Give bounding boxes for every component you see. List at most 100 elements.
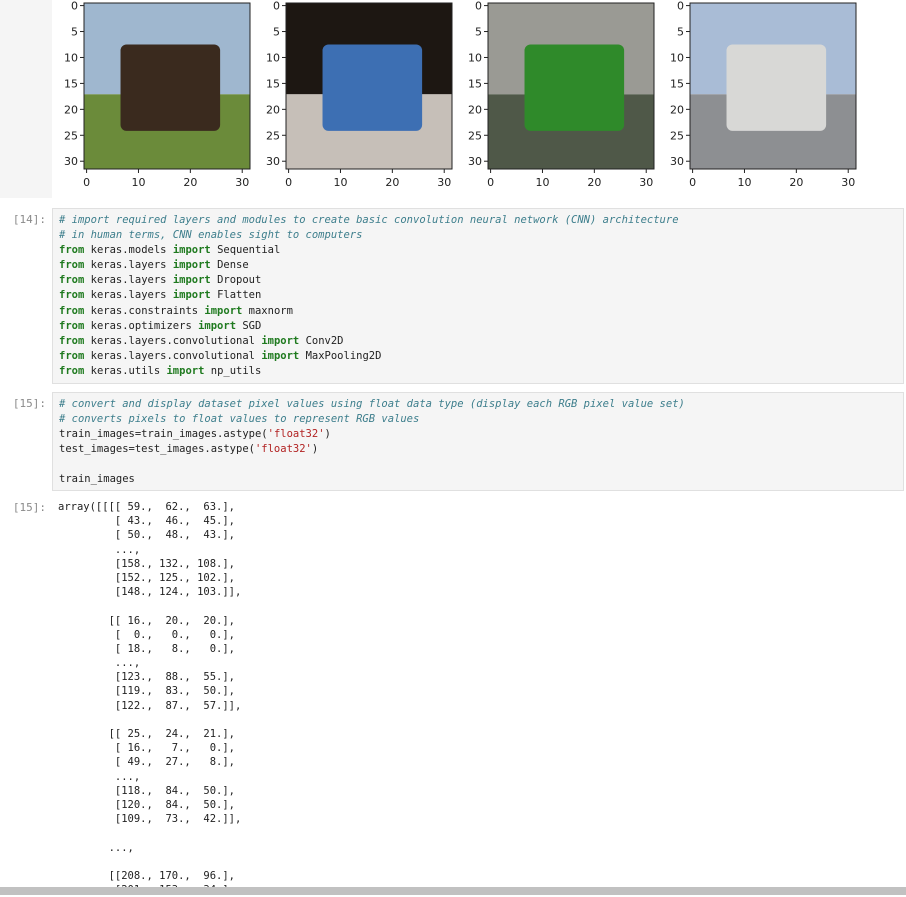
code-token: 'float32' [254, 443, 312, 456]
output-line: [158., 132., 108.], [58, 557, 236, 570]
x-tick-label: 0 [689, 176, 696, 189]
code-token: keras.utils [84, 364, 167, 377]
code-token: Dense [210, 259, 249, 272]
output-array-text: array([[[[ 59., 62., 63.], [ 43., 46., 4… [58, 500, 241, 897]
code-token: import [261, 334, 300, 347]
code-line: from keras.layers import Flatten [59, 288, 679, 303]
cell-prompt-15: [15]: [12, 397, 46, 410]
output-line: [ 0., 0., 0.], [58, 628, 236, 641]
code-token: import [172, 244, 211, 257]
code-token: # in human terms, CNN enables sight to c… [59, 229, 363, 242]
code-token: train_images [59, 473, 135, 486]
code-token: # import required layers and modules to … [59, 214, 679, 226]
image-panel-2: 0 5 10 15 20 25 30 0 10 20 30 [468, 0, 655, 189]
code-token: Dropout [210, 274, 262, 287]
y-tick-label: 0 [677, 0, 684, 13]
code-line: # import required layers and modules to … [59, 213, 679, 228]
code-cell-imports[interactable]: # import required layers and modules to … [52, 208, 904, 384]
y-tick-label: 5 [273, 26, 280, 39]
x-tick-label: 20 [385, 176, 399, 189]
code-line: from keras.utils import np_utils [59, 364, 679, 379]
output-line: [109., 73., 42.]], [58, 813, 242, 826]
x-tick-label: 20 [183, 176, 197, 189]
code-line: from keras.layers.convolutional import C… [59, 334, 679, 349]
output-line: array([[[[ 59., 62., 63.], [58, 501, 236, 513]
code-token: Sequential [210, 244, 281, 257]
output-line: ..., [58, 841, 134, 854]
y-tick-label: 15 [670, 77, 684, 90]
code-token: ) [311, 443, 319, 456]
output-line: [123., 88., 55.], [58, 671, 236, 684]
y-tick-label: 10 [64, 51, 78, 64]
image-panel-0: 0 5 10 15 20 25 30 0 10 20 30 [64, 0, 251, 189]
y-tick-label: 5 [677, 26, 684, 39]
code-line: from keras.optimizers import SGD [59, 319, 679, 334]
output-line: [[ 16., 20., 20.], [58, 614, 236, 627]
code-cell-astype[interactable]: # convert and display dataset pixel valu… [52, 392, 904, 491]
code-token: keras.models [84, 244, 173, 257]
code-line: from keras.layers import Dropout [59, 273, 679, 288]
image-grid-output: 0 5 10 15 20 25 30 0 10 20 30 0 5 10 15 20 25 30 0 10 20 30 0 5… [52, 0, 906, 198]
code-token: ) [324, 428, 331, 441]
code-token: keras.layers [84, 259, 173, 272]
code-token: from [59, 259, 85, 272]
code-line: from keras.layers import Dense [59, 258, 679, 273]
y-tick-label: 15 [64, 77, 78, 90]
y-tick-label: 30 [468, 155, 482, 168]
output-line: ..., [58, 657, 141, 670]
x-tick-label: 0 [83, 176, 90, 189]
output-line: [ 43., 46., 45.], [58, 515, 236, 528]
output-line: [148., 124., 103.]], [58, 586, 242, 599]
thumbnail-object [726, 44, 827, 131]
output-line: [152., 125., 102.], [58, 571, 236, 584]
y-tick-label: 5 [475, 26, 482, 39]
output-line: [118., 84., 50.], [58, 784, 236, 797]
code-token: SGD [236, 319, 262, 332]
code-token: Conv2D [299, 334, 344, 347]
code-line: # converts pixels to float values to rep… [59, 412, 685, 427]
code-line: train_images=train_images.astype('float3… [59, 427, 685, 442]
y-tick-label: 20 [64, 103, 78, 116]
y-tick-label: 25 [670, 129, 684, 142]
code-editor[interactable]: # convert and display dataset pixel valu… [59, 397, 685, 488]
output-line: [ 49., 27., 8.], [58, 756, 236, 769]
code-token: keras.layers [84, 274, 173, 287]
code-token: keras.layers.convolutional [84, 349, 262, 362]
code-token: import [172, 274, 211, 287]
code-token: train_images=train_images.astype( [59, 428, 268, 441]
y-tick-label: 5 [71, 26, 78, 39]
code-line: # in human terms, CNN enables sight to c… [59, 228, 679, 243]
code-token: # convert and display dataset pixel valu… [59, 398, 685, 410]
code-token: import [204, 304, 243, 317]
output-line: [122., 87., 57.]], [58, 699, 242, 712]
x-tick-label: 10 [737, 176, 751, 189]
x-tick-label: 30 [841, 176, 855, 189]
code-editor[interactable]: # import required layers and modules to … [59, 213, 679, 379]
code-line: from keras.constraints import maxnorm [59, 304, 679, 319]
output-line: [ 18., 8., 0.], [58, 642, 236, 655]
code-token: from [59, 319, 85, 332]
x-tick-label: 20 [587, 176, 601, 189]
thumbnail-object [120, 44, 221, 131]
output-prompt-15: [15]: [12, 501, 46, 514]
y-tick-label: 20 [670, 103, 684, 116]
cell-prompt-14: [14]: [12, 213, 46, 226]
code-line: from keras.layers.convolutional import M… [59, 349, 679, 364]
y-tick-label: 30 [266, 155, 280, 168]
horizontal-scrollbar[interactable] [0, 887, 906, 895]
code-token: 'float32' [267, 428, 325, 441]
code-token: from [59, 334, 85, 347]
image-panel-1: 0 5 10 15 20 25 30 0 10 20 30 [266, 0, 453, 189]
x-tick-label: 10 [333, 176, 347, 189]
code-token: # converts pixels to float values to rep… [59, 413, 420, 426]
code-token: from [59, 304, 85, 317]
x-tick-label: 30 [639, 176, 653, 189]
code-line: train_images [59, 472, 685, 487]
code-token: maxnorm [242, 304, 293, 317]
thumbnail-object [524, 44, 625, 131]
y-tick-label: 25 [266, 129, 280, 142]
y-tick-label: 0 [475, 0, 482, 13]
